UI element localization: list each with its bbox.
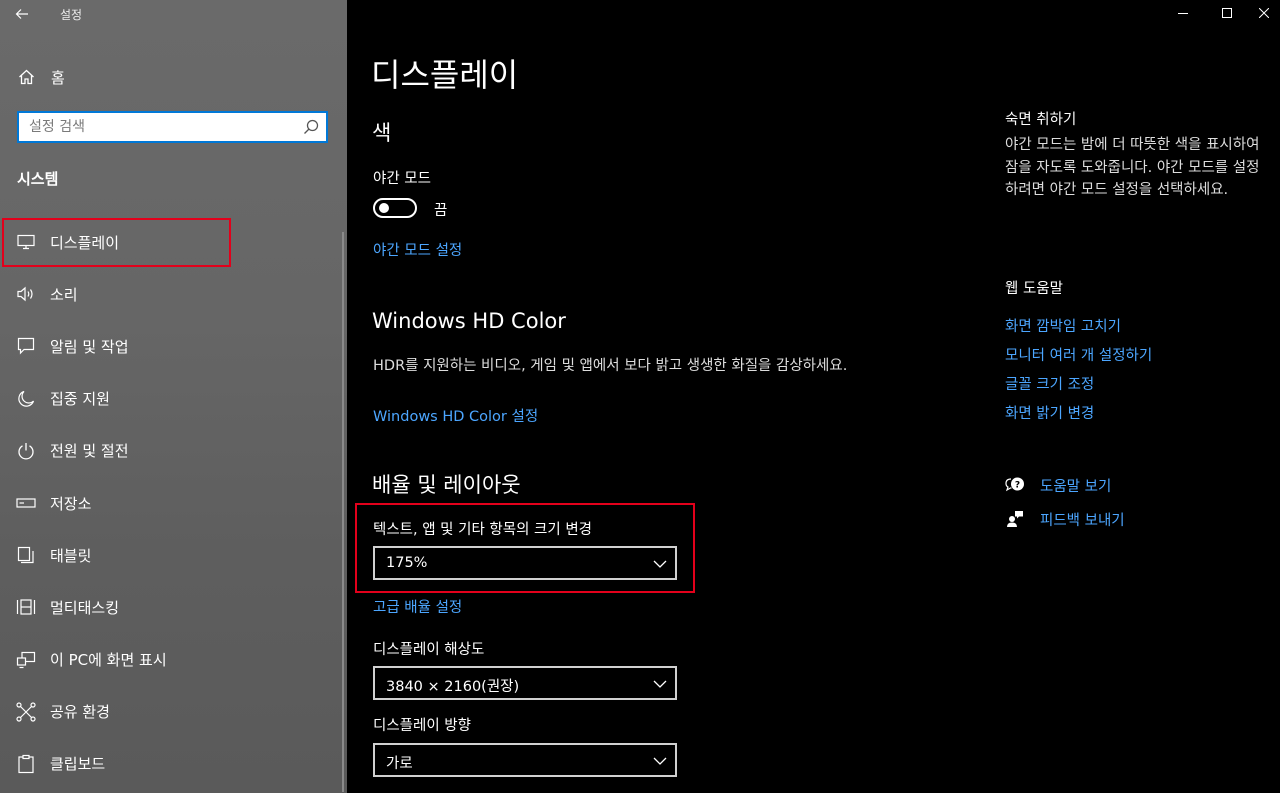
sidebar-item-label: 멀티태스킹	[50, 598, 120, 617]
sidebar-item-clipboard[interactable]: 클립보드	[0, 738, 347, 790]
hdr-heading: Windows HD Color	[372, 309, 566, 333]
night-light-label: 야간 모드	[373, 171, 431, 187]
orientation-dropdown[interactable]: 가로	[373, 743, 677, 777]
sidebar-item-sound[interactable]: 소리	[0, 268, 347, 320]
feedback-icon	[1005, 509, 1025, 529]
orientation-value: 가로	[386, 756, 413, 772]
sidebar-item-label: 집중 지원	[50, 390, 110, 409]
resolution-label: 디스플레이 해상도	[373, 642, 485, 658]
night-light-settings-link[interactable]: 야간 모드 설정	[373, 239, 462, 260]
help-chat-icon: ?	[1005, 475, 1025, 495]
scale-dropdown[interactable]: 175%	[373, 546, 677, 580]
chevron-down-icon	[653, 680, 667, 688]
storage-icon	[16, 493, 36, 513]
chevron-down-icon	[653, 560, 667, 568]
help-link-screen-flicker[interactable]: 화면 깜박임 고치기	[1005, 315, 1121, 336]
sidebar-item-label: 소리	[50, 285, 78, 304]
home-icon	[16, 67, 36, 87]
arrow-left-icon	[15, 9, 28, 19]
get-help-link[interactable]: 도움말 보기	[1040, 475, 1111, 496]
sleep-heading: 숙면 취하기	[1005, 112, 1077, 128]
sidebar-item-power-sleep[interactable]: 전원 및 절전	[0, 425, 347, 477]
sidebar-item-project-to-pc[interactable]: 이 PC에 화면 표시	[0, 634, 347, 686]
shared-experiences-icon	[16, 702, 36, 722]
sidebar-item-focus-assist[interactable]: 집중 지원	[0, 373, 347, 425]
help-link-font-size[interactable]: 글꼴 크기 조정	[1005, 373, 1094, 394]
sidebar-item-display[interactable]: 디스플레이	[0, 216, 347, 268]
back-button[interactable]	[8, 2, 36, 26]
scale-label: 텍스트, 앱 및 기타 항목의 크기 변경	[373, 522, 593, 538]
chevron-down-icon	[653, 757, 667, 765]
tablet-icon	[16, 545, 36, 565]
hdr-settings-link[interactable]: Windows HD Color 설정	[373, 405, 538, 426]
sidebar-item-label: 공유 환경	[50, 703, 110, 722]
sleep-description: 야간 모드는 밤에 더 따뜻한 색을 표시하여 잠을 자도록 도와줍니다. 야간…	[1005, 137, 1260, 198]
scale-value: 175%	[386, 555, 428, 571]
sidebar-item-label: 전원 및 절전	[50, 442, 129, 461]
app-title: 설정	[60, 8, 83, 22]
sidebar-item-notifications[interactable]: 알림 및 작업	[0, 320, 347, 372]
sidebar-nav: 디스플레이 소리 알림 및 작업 집중 지원 전원 및 절전 저장소 태블릿 멀…	[0, 216, 347, 790]
clipboard-icon	[16, 754, 36, 774]
sidebar-item-label: 저장소	[50, 494, 92, 513]
sidebar: 설정 홈 시스템 디스플레이 소리 알림 및 작업 집중 지원 전원 및 절	[0, 0, 347, 793]
page-title: 디스플레이	[371, 56, 519, 94]
notification-icon	[16, 336, 36, 356]
get-help-row[interactable]: ? 도움말 보기	[1005, 474, 1111, 496]
monitor-icon	[16, 232, 36, 252]
feedback-link[interactable]: 피드백 보내기	[1040, 509, 1125, 530]
moon-icon	[16, 389, 36, 409]
web-help-heading: 웹 도움말	[1005, 281, 1063, 297]
sidebar-item-label: 홈	[51, 68, 65, 87]
search-icon[interactable]	[302, 118, 320, 136]
multitasking-icon	[16, 597, 36, 617]
orientation-label: 디스플레이 방향	[373, 718, 471, 734]
night-light-state: 끔	[434, 203, 448, 219]
search-box[interactable]	[17, 111, 328, 143]
color-heading: 색	[372, 121, 392, 145]
sidebar-item-tablet[interactable]: 태블릿	[0, 529, 347, 581]
help-link-multiple-monitors[interactable]: 모니터 여러 개 설정하기	[1005, 344, 1152, 365]
svg-text:?: ?	[1015, 481, 1020, 491]
help-link-brightness[interactable]: 화면 밝기 변경	[1005, 402, 1094, 423]
toggle-knob	[379, 203, 389, 213]
sidebar-item-storage[interactable]: 저장소	[0, 477, 347, 529]
section-title: 시스템	[17, 170, 59, 188]
sidebar-item-label: 이 PC에 화면 표시	[50, 651, 167, 670]
related-settings-panel: 숙면 취하기 야간 모드는 밤에 더 따뜻한 색을 표시하여 잠을 자도록 도와…	[1005, 0, 1280, 793]
advanced-scaling-link[interactable]: 고급 배율 설정	[373, 596, 462, 617]
hdr-description: HDR를 지원하는 비디오, 게임 및 앱에서 보다 밝고 생생한 화질을 감상…	[373, 358, 848, 374]
sidebar-item-label: 디스플레이	[50, 233, 120, 252]
speaker-icon	[16, 284, 36, 304]
sidebar-item-home[interactable]: 홈	[0, 62, 347, 92]
sidebar-item-label: 클립보드	[50, 755, 106, 774]
sidebar-item-multitasking[interactable]: 멀티태스킹	[0, 581, 347, 633]
project-icon	[16, 650, 36, 670]
sidebar-item-shared-experiences[interactable]: 공유 환경	[0, 686, 347, 738]
resolution-value: 3840 × 2160(권장)	[386, 679, 520, 695]
feedback-row[interactable]: 피드백 보내기	[1005, 508, 1125, 530]
night-light-toggle[interactable]	[373, 198, 417, 218]
resolution-dropdown[interactable]: 3840 × 2160(권장)	[373, 666, 677, 700]
power-icon	[16, 441, 36, 461]
search-input[interactable]	[19, 113, 299, 141]
sidebar-item-label: 태블릿	[50, 546, 92, 565]
sidebar-item-label: 알림 및 작업	[50, 337, 129, 356]
sidebar-scrollbar[interactable]	[342, 232, 344, 792]
scale-layout-heading: 배율 및 레이아웃	[372, 473, 521, 497]
